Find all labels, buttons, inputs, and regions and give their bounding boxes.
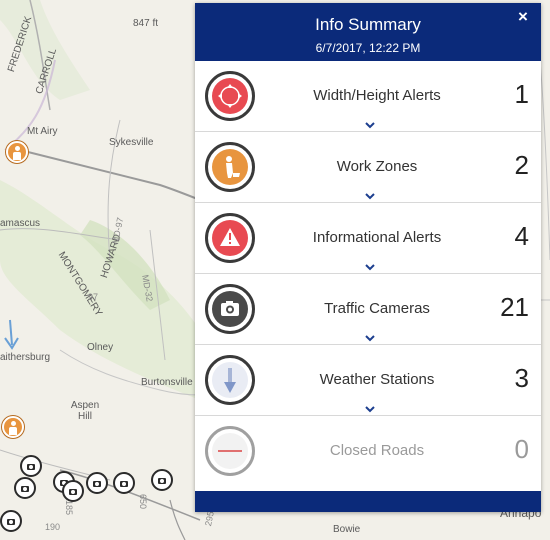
summary-row-closed-roads[interactable]: Closed Roads 0 — [195, 416, 541, 487]
summary-row-work-zones[interactable]: Work Zones 2 — [195, 132, 541, 203]
row-label: Weather Stations — [319, 371, 435, 388]
summary-row-weather-stations[interactable]: Weather Stations 3 — [195, 345, 541, 416]
camera-marker[interactable] — [151, 469, 173, 491]
work-zone-marker[interactable] — [2, 416, 24, 438]
weather-station-icon — [205, 355, 255, 405]
camera-marker[interactable] — [113, 472, 135, 494]
map-label-route-185: 185 — [64, 500, 74, 516]
camera-marker[interactable] — [62, 480, 84, 502]
work-zone-icon — [205, 142, 255, 192]
summary-row-informational-alerts[interactable]: Informational Alerts 4 — [195, 203, 541, 274]
map-label-sykesville: Sykesville — [109, 137, 154, 148]
summary-row-width-height-alerts[interactable]: Width/Height Alerts 1 — [195, 61, 541, 132]
row-count: 3 — [514, 363, 529, 393]
camera-marker[interactable] — [86, 472, 108, 494]
row-count: 0 — [514, 434, 529, 464]
info-alert-icon — [205, 213, 255, 263]
camera-marker[interactable] — [14, 477, 36, 499]
map-label-route-97: 97 — [88, 292, 99, 302]
chevron-down-icon[interactable] — [365, 333, 375, 343]
map-label-elevation: 847 ft — [133, 18, 159, 29]
row-count: 4 — [514, 221, 529, 251]
row-count: 2 — [514, 150, 529, 180]
work-zone-marker[interactable] — [6, 141, 28, 163]
map-label-mt-airy: Mt Airy — [27, 126, 58, 137]
summary-row-traffic-cameras[interactable]: Traffic Cameras 21 — [195, 274, 541, 345]
panel-title: Info Summary — [315, 15, 421, 34]
panel-date: 6/7/2017, 12:22 PM — [315, 41, 421, 55]
map-label-burtonsville: Burtonsville — [141, 377, 193, 388]
width-height-alert-icon — [205, 71, 255, 121]
map-label-gaithersburg: aithersburg — [0, 352, 51, 363]
row-label: Closed Roads — [329, 442, 425, 459]
row-label: Traffic Cameras — [324, 300, 430, 317]
map-label-olney: Olney — [87, 342, 114, 353]
camera-marker[interactable] — [20, 455, 42, 477]
map-label-damascus: amascus — [0, 218, 41, 229]
closed-road-icon — [205, 426, 255, 476]
chevron-down-icon[interactable] — [365, 191, 375, 201]
camera-icon — [205, 284, 255, 334]
chevron-down-icon[interactable] — [365, 404, 375, 414]
row-label: Work Zones — [336, 158, 418, 175]
row-count: 21 — [500, 292, 529, 322]
chevron-down-icon[interactable] — [365, 120, 375, 130]
panel-footer — [195, 491, 541, 512]
info-summary-panel: Info Summary 6/7/2017, 12:22 PM × Width/… — [195, 3, 541, 512]
panel-header: Info Summary 6/7/2017, 12:22 PM × — [195, 3, 541, 61]
chevron-down-icon[interactable] — [365, 262, 375, 272]
close-button[interactable]: × — [515, 8, 531, 25]
map-label-route-190: 190 — [45, 522, 61, 532]
row-label: Width/Height Alerts — [313, 87, 441, 104]
camera-marker[interactable] — [0, 510, 22, 532]
row-label: Informational Alerts — [312, 229, 442, 246]
map-label-route-650: 650 — [138, 494, 148, 510]
row-count: 1 — [514, 79, 529, 109]
map-label-bowie: Bowie — [333, 524, 361, 535]
map-label-aspen-hill: Aspen Hill — [70, 400, 100, 422]
